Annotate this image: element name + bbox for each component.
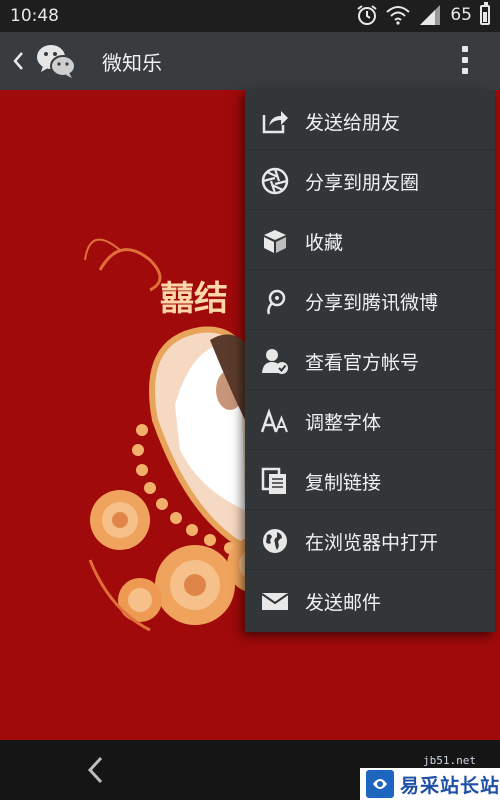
favorite-box-icon: [264, 230, 286, 253]
watermark-brand: 易采站长站: [400, 774, 500, 797]
font-size-icon: [261, 408, 288, 433]
alarm-icon: [357, 5, 377, 25]
tencent-weibo-icon: [267, 289, 286, 315]
moments-aperture-icon: [261, 167, 289, 195]
card-title-text: 囍结: [160, 279, 228, 319]
menu-item-label: 复制链接: [305, 472, 382, 494]
menu-item-open-in-browser[interactable]: 在浏览器中打开: [245, 510, 495, 570]
menu-item-send-to-friend[interactable]: 发送给朋友: [245, 90, 495, 150]
watermark-badge: 易采站长站: [360, 768, 500, 800]
menu-item-font-size[interactable]: 调整字体: [245, 390, 495, 450]
menu-item-label: 调整字体: [305, 412, 382, 434]
status-bar: 10:48 65: [0, 0, 500, 32]
menu-item-label: 在浏览器中打开: [305, 532, 439, 554]
overflow-menu-icon[interactable]: [460, 46, 470, 76]
menu-item-label: 发送给朋友: [305, 112, 401, 134]
menu-item-official-account[interactable]: 查看官方帐号: [245, 330, 495, 390]
globe-icon: [263, 529, 287, 553]
mail-icon: [261, 593, 289, 610]
menu-item-label: 收藏: [305, 232, 344, 254]
menu-item-label: 分享到腾讯微博: [305, 292, 439, 314]
battery-level: 65: [450, 5, 472, 25]
menu-item-share-moments[interactable]: 分享到朋友圈: [245, 150, 495, 210]
watermark-small-text: jb51.net: [423, 754, 476, 767]
back-icon[interactable]: [84, 755, 106, 785]
overflow-popup-menu: 发送给朋友 分享到朋友圈 收藏 分享到腾讯微博 查看官方帐号 调整字体 复制链接…: [245, 90, 495, 632]
menu-item-label: 分享到朋友圈: [305, 172, 420, 194]
wechat-logo-icon: [37, 45, 76, 78]
status-icons: 65: [356, 2, 490, 26]
official-account-icon: [262, 349, 288, 374]
signal-icon: [420, 5, 441, 25]
copy-link-icon: [261, 467, 286, 494]
page-title: 微知乐: [102, 51, 162, 75]
watermark-logo-icon: [366, 770, 394, 798]
status-time: 10:48: [10, 6, 59, 26]
back-chevron-icon[interactable]: [10, 50, 26, 72]
battery-icon: [480, 2, 490, 25]
share-forward-icon: [262, 111, 288, 134]
menu-item-share-weibo[interactable]: 分享到腾讯微博: [245, 270, 495, 330]
title-bar: 微知乐: [0, 32, 500, 90]
menu-item-copy-link[interactable]: 复制链接: [245, 450, 495, 510]
menu-item-favorite[interactable]: 收藏: [245, 210, 495, 270]
wifi-icon: [386, 6, 411, 25]
menu-item-send-email[interactable]: 发送邮件: [245, 570, 495, 630]
menu-item-label: 发送邮件: [305, 592, 382, 614]
menu-item-label: 查看官方帐号: [305, 352, 420, 374]
